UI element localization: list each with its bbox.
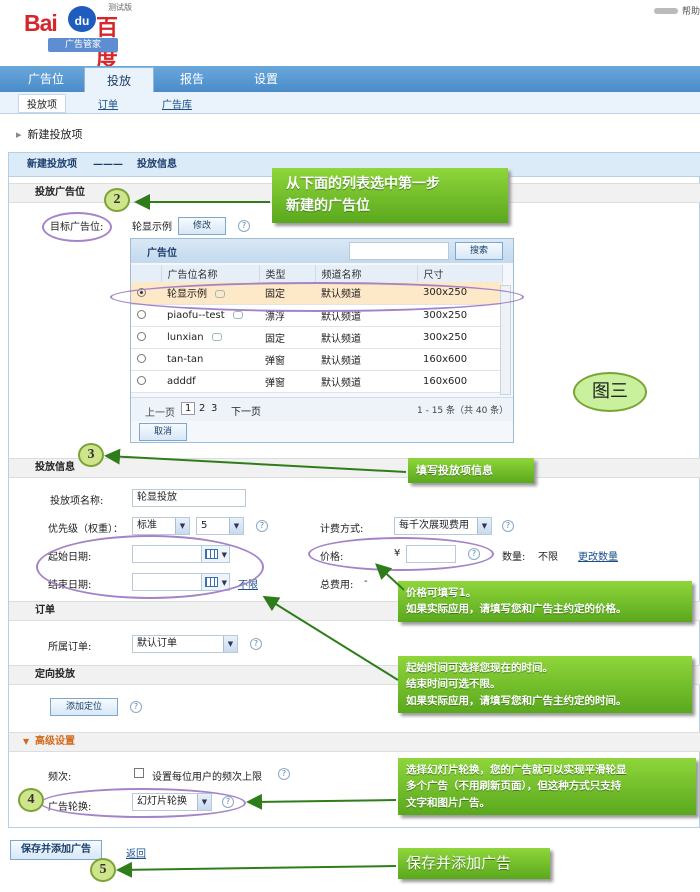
target-placement-value: 轮显示例: [132, 222, 172, 233]
table-row[interactable]: tan-tan 弹窗 默认频道 160x600: [131, 348, 503, 371]
help-icon[interactable]: ?: [278, 768, 290, 780]
table-row[interactable]: adddf 弹窗 默认频道 160x600: [131, 370, 503, 393]
help-icon[interactable]: ?: [130, 701, 142, 713]
save-and-add-ad-button[interactable]: 保存并添加广告: [10, 840, 102, 860]
add-targeting-button[interactable]: 添加定位: [50, 698, 118, 716]
frequency-checkbox[interactable]: [134, 768, 144, 778]
help-icon[interactable]: ?: [250, 638, 262, 650]
breadcrumb: ▸ 新建投放项: [16, 128, 83, 141]
baidu-logo: Bai du 百度 测试版 广告管家: [24, 3, 132, 73]
chevron-down-icon: ▼: [477, 518, 491, 534]
back-link[interactable]: 返回: [126, 845, 146, 860]
tab-delivery[interactable]: 投放: [84, 67, 154, 92]
placement-search-input[interactable]: [349, 242, 449, 260]
step-number-2: 2: [104, 188, 130, 212]
main-nav: 广告位 投放 报告 设置: [0, 66, 700, 92]
row-radio[interactable]: [137, 376, 146, 385]
row-radio[interactable]: [137, 332, 146, 341]
subnav-item-ad-library[interactable]: 广告库: [162, 96, 192, 111]
sub-nav: 投放项 订单 广告库: [0, 92, 700, 114]
help-link[interactable]: 帮助: [654, 4, 700, 17]
callout-save: 保存并添加广告: [398, 848, 550, 880]
annotation-ellipse: [308, 537, 494, 571]
callout-fill-info: 填写投放项信息: [408, 458, 534, 484]
callout-dates: 起始时间可选择您现在的时间。 结束时间可选不限。 如果实际应用，请填写您和广告主…: [398, 656, 692, 713]
step-number-5: 5: [90, 858, 116, 882]
search-button[interactable]: 搜索: [455, 242, 503, 260]
help-icon[interactable]: ?: [502, 520, 514, 532]
weight-select[interactable]: 5 ▼: [196, 517, 244, 535]
change-quantity-link[interactable]: 更改数量: [578, 548, 618, 563]
cancel-button[interactable]: 取消: [139, 423, 187, 441]
annotation-ellipse: [110, 282, 524, 312]
priority-select[interactable]: 标准 ▼: [132, 517, 190, 535]
chevron-down-icon: ▼: [175, 518, 189, 534]
comment-icon: [211, 332, 222, 341]
help-icon[interactable]: ?: [256, 520, 268, 532]
annotation-ellipse: [40, 788, 246, 818]
order-select[interactable]: 默认订单 ▼: [132, 635, 238, 653]
tab-report[interactable]: 报告: [160, 66, 224, 92]
annotation-ellipse: [42, 212, 112, 242]
annotation-ellipse: [36, 535, 264, 599]
callout-rotation: 选择幻灯片轮换，您的广告就可以实现平滑轮显 多个广告（不用刷新页面），但这种方式…: [398, 758, 696, 815]
help-icon[interactable]: ?: [238, 220, 250, 232]
step-number-4: 4: [18, 788, 44, 812]
table-row[interactable]: lunxian 固定 默认频道 300x250: [131, 326, 503, 349]
chevron-down-icon: ▼: [229, 518, 243, 534]
step-number-3: 3: [78, 443, 104, 467]
chevron-right-icon: ▸: [16, 128, 22, 141]
chevron-down-icon: ▼: [223, 636, 237, 652]
row-radio[interactable]: [137, 310, 146, 319]
figure-label: 图三: [573, 372, 647, 412]
delivery-name-input[interactable]: 轮显投放: [132, 489, 246, 507]
triangle-down-icon: ▼: [23, 737, 30, 746]
subnav-item-order[interactable]: 订单: [98, 96, 118, 111]
row-radio[interactable]: [137, 354, 146, 363]
tab-placement[interactable]: 广告位: [14, 66, 78, 92]
callout-select-placement: 从下面的列表选中第一步 新建的广告位: [272, 168, 508, 224]
section-info-title: 投放信息: [9, 458, 700, 478]
modify-button[interactable]: 修改: [178, 217, 226, 235]
placement-picker: 广告位 搜索 广告位名称 类型 频道名称 尺寸 轮显示例 固定 默认频道 300x25…: [130, 238, 514, 443]
paw-icon: du: [68, 6, 96, 32]
subnav-item-delivery-item[interactable]: 投放项: [18, 94, 66, 113]
pager: 上一页 1 2 3 下一页 1 - 15 条（共 40 条）: [131, 397, 513, 421]
comment-icon: [232, 310, 243, 319]
advanced-settings-toggle[interactable]: ▼ 高级设置: [9, 732, 700, 752]
callout-price: 价格可填写1。 如果实际应用，请填写您和广告主约定的价格。: [398, 581, 692, 622]
billing-select[interactable]: 每千次展现费用 ▼: [394, 517, 492, 535]
tab-settings[interactable]: 设置: [234, 66, 298, 92]
